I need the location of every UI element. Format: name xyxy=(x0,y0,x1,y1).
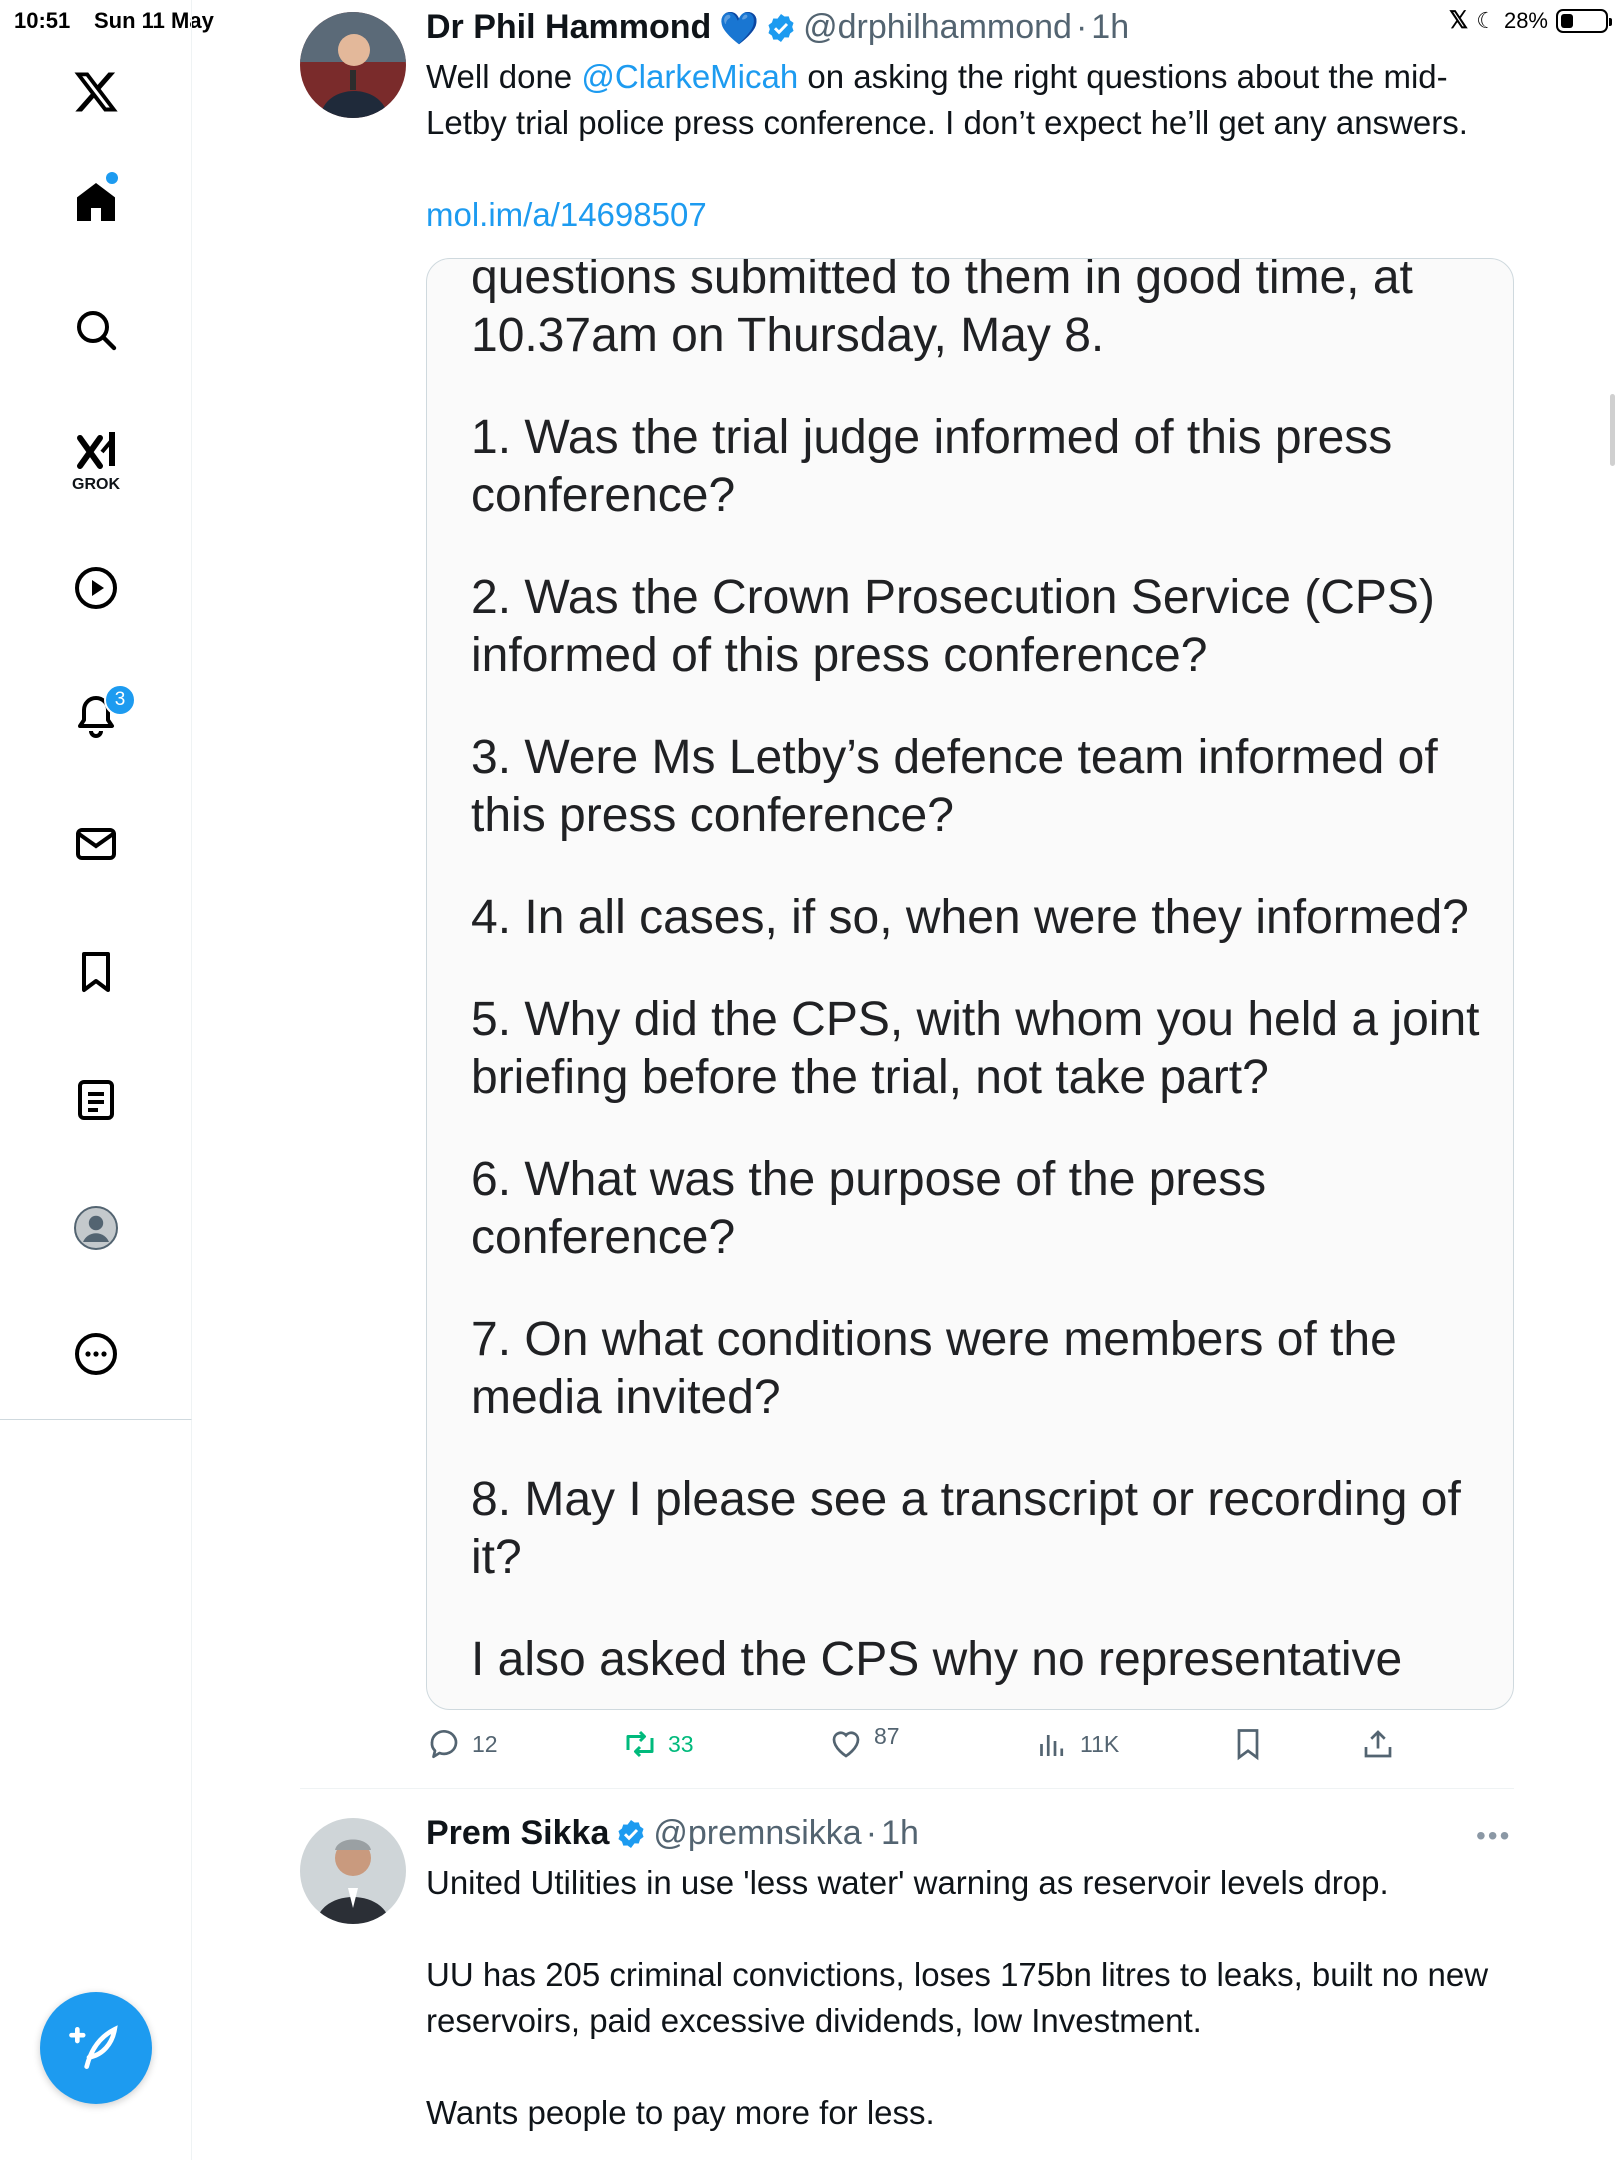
tweet-header: Prem Sikka @premnsikka · 1h xyxy=(426,1814,919,1853)
bookmark-button[interactable] xyxy=(1230,1726,1266,1762)
views-chart-icon xyxy=(1040,1735,1064,1756)
lists-icon[interactable] xyxy=(62,1066,130,1134)
separator: · xyxy=(865,1814,878,1852)
home-icon xyxy=(77,183,115,221)
image-line: 7. On what conditions were members of th… xyxy=(471,1313,1397,1424)
more-options-icon[interactable]: ••• xyxy=(1476,1820,1511,1852)
image-line: 6. What was the purpose of the press con… xyxy=(471,1153,1267,1264)
image-line: 4. In all cases, if so, when were they i… xyxy=(471,891,1469,944)
avatar-photo xyxy=(300,12,406,118)
home-icon[interactable] xyxy=(62,168,130,236)
image-line: 2. Was the Crown Prosecution Service (CP… xyxy=(471,571,1435,682)
tweet-header: Dr Phil Hammond 💙 @drphilhammond · 1h xyxy=(426,8,1129,47)
more-options-icon xyxy=(75,1333,117,1375)
tweet-paragraph: United Utilities in use 'less water' war… xyxy=(426,1864,1389,1901)
notification-badge: 3 xyxy=(104,684,136,716)
search-icon[interactable] xyxy=(62,296,130,364)
timestamp[interactable]: 1h xyxy=(881,1814,919,1853)
tweet-divider xyxy=(300,1788,1514,1789)
x-logo-icon xyxy=(74,72,118,112)
status-icons: 𝕏 ☾ 28% xyxy=(1448,6,1612,35)
scrollbar[interactable] xyxy=(1610,394,1615,466)
mention-link[interactable]: @ClarkeMicah xyxy=(581,58,798,95)
grok-status-icon: 𝕏 xyxy=(1448,7,1469,34)
image-line: 8. May I please see a transcript or reco… xyxy=(471,1473,1461,1584)
bookmark-icon xyxy=(1237,1729,1259,1761)
share-button[interactable] xyxy=(1360,1726,1396,1762)
view-count: 11K xyxy=(1080,1730,1120,1757)
reply-button[interactable]: 12 xyxy=(426,1726,498,1762)
repost-button[interactable]: 33 xyxy=(622,1726,694,1762)
bookmark-icon xyxy=(82,952,110,992)
avatar[interactable] xyxy=(300,1818,406,1924)
profile-icon[interactable] xyxy=(62,1194,130,1262)
repost-count: 33 xyxy=(668,1730,694,1757)
lists-icon xyxy=(78,1080,114,1120)
battery-percent: 28% xyxy=(1503,7,1548,33)
image-line: 3. Were Ms Letby’s defence team informed… xyxy=(471,731,1438,842)
heart-icon xyxy=(832,1731,860,1758)
x-logo-icon[interactable] xyxy=(62,58,130,126)
tweet-text: United Utilities in use 'less water' war… xyxy=(426,1860,1516,2136)
image-line: 5. Why did the CPS, with whom you held a… xyxy=(471,993,1480,1104)
blue-heart-emoji: 💙 xyxy=(719,9,760,46)
like-button[interactable]: 87 xyxy=(828,1722,900,1762)
tweet-link-line: mol.im/a/14698507 xyxy=(426,192,1516,238)
search-icon xyxy=(77,311,117,351)
avatar[interactable] xyxy=(300,12,406,118)
image-line: questions submitted to them in good time… xyxy=(471,258,1413,362)
image-line: 1. Was the trial judge informed of this … xyxy=(471,411,1393,522)
like-count: 87 xyxy=(874,1722,900,1749)
verified-badge-icon xyxy=(618,1819,644,1848)
sidebar: GROK 3 xyxy=(0,0,192,1420)
home-new-dot xyxy=(106,172,118,184)
battery-icon xyxy=(1556,8,1612,33)
mail-icon xyxy=(76,828,116,860)
profile-icon xyxy=(74,1206,118,1250)
reply-icon xyxy=(430,1729,458,1759)
grok-icon xyxy=(77,432,115,469)
sidebar-border xyxy=(191,1420,192,2160)
verified-badge-icon xyxy=(768,13,794,42)
avatar-photo xyxy=(300,1818,406,1924)
video-play-icon[interactable] xyxy=(62,554,130,622)
compose-feather-icon xyxy=(69,2025,118,2069)
tweet-image[interactable]: questions submitted to them in good time… xyxy=(426,258,1514,1710)
views-button[interactable]: 11K xyxy=(1034,1726,1119,1762)
display-name[interactable]: Dr Phil Hammond xyxy=(426,8,711,47)
compose-button[interactable] xyxy=(40,1992,152,2104)
repost-icon xyxy=(626,1730,654,1758)
display-name[interactable]: Prem Sikka xyxy=(426,1814,609,1853)
image-text: questions submitted to them in good time… xyxy=(471,258,1481,1709)
tweet-text: Well done @ClarkeMicah on asking the rig… xyxy=(426,54,1516,146)
tweet-actions: 12 33 87 11K xyxy=(426,1722,1426,1770)
video-play-icon xyxy=(75,567,117,609)
timestamp[interactable]: 1h xyxy=(1091,8,1129,47)
reply-count: 12 xyxy=(472,1730,498,1757)
handle[interactable]: @premnsikka xyxy=(653,1814,861,1853)
more-options-icon[interactable] xyxy=(62,1320,130,1388)
separator: · xyxy=(1075,8,1088,46)
share-icon xyxy=(1364,1730,1392,1758)
image-line: I also asked the CPS why no representati… xyxy=(471,1633,1403,1686)
tweet-paragraph: Wants people to pay more for less. xyxy=(426,2094,935,2131)
moon-icon: ☾ xyxy=(1476,7,1496,33)
tweet-text-prefix: Well done xyxy=(426,58,582,95)
tweet-paragraph: UU has 205 criminal convictions, loses 1… xyxy=(426,1956,1489,2039)
mail-icon[interactable] xyxy=(62,810,130,878)
bookmark-icon[interactable] xyxy=(62,938,130,1006)
url-link[interactable]: mol.im/a/14698507 xyxy=(426,196,707,233)
handle[interactable]: @drphilhammond xyxy=(803,8,1072,47)
grok-label: GROK xyxy=(72,476,120,493)
